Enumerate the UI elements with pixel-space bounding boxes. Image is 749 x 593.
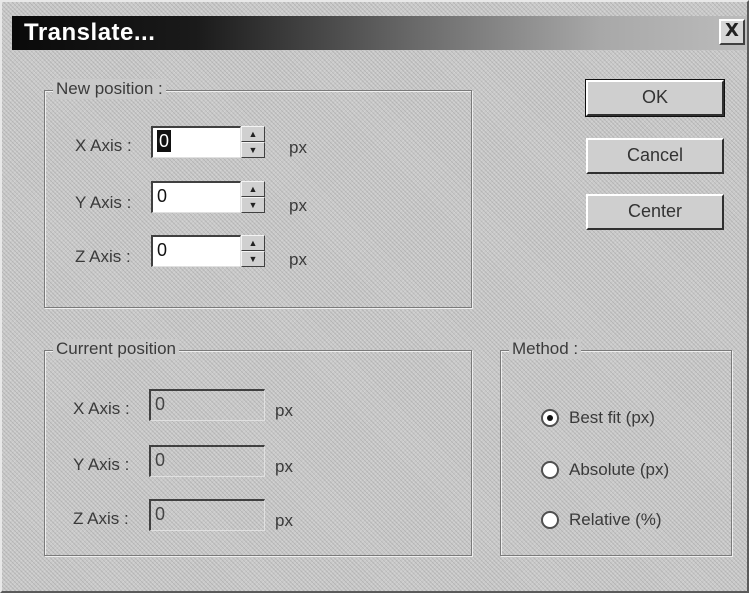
new-z-axis-unit: px xyxy=(289,250,307,269)
radio-checked-icon[interactable] xyxy=(541,409,559,427)
new-x-axis-spinner[interactable]: ▲ ▼ xyxy=(241,126,265,158)
current-x-axis-value: 0 xyxy=(149,389,265,421)
new-y-axis-label: Y Axis : xyxy=(75,193,132,212)
spin-down-arrow-icon[interactable]: ▼ xyxy=(241,142,265,158)
new-y-axis-input[interactable]: 0 xyxy=(151,181,241,213)
spin-up-arrow-icon[interactable]: ▲ xyxy=(241,181,265,197)
title-bar[interactable]: Translate... X xyxy=(12,16,747,50)
current-position-group: Current position X Axis : 0 px Y Axis : … xyxy=(44,339,472,556)
cancel-button[interactable]: Cancel xyxy=(586,138,724,174)
current-z-axis-unit: px xyxy=(275,511,293,530)
new-x-axis-unit: px xyxy=(289,138,307,157)
new-z-axis-input[interactable]: 0 xyxy=(151,235,241,267)
close-icon: X xyxy=(725,20,739,41)
new-y-axis-spinner[interactable]: ▲ ▼ xyxy=(241,181,265,213)
method-option-label: Relative (%) xyxy=(569,510,662,529)
new-z-axis-spinner[interactable]: ▲ ▼ xyxy=(241,235,265,267)
new-x-axis-input[interactable]: 0 xyxy=(151,126,241,158)
close-button[interactable]: X xyxy=(719,19,745,45)
radio-unchecked-icon[interactable] xyxy=(541,511,559,529)
spin-up-arrow-icon[interactable]: ▲ xyxy=(241,235,265,251)
method-group: Method : Best fit (px) Absolute (px) Rel… xyxy=(500,339,732,556)
spin-up-arrow-icon[interactable]: ▲ xyxy=(241,126,265,142)
method-option-label: Absolute (px) xyxy=(569,460,670,479)
current-x-axis-unit: px xyxy=(275,401,293,420)
spin-down-arrow-icon[interactable]: ▼ xyxy=(241,197,265,213)
spin-down-arrow-icon[interactable]: ▼ xyxy=(241,251,265,267)
current-position-label: Current position xyxy=(53,339,180,359)
current-y-axis-unit: px xyxy=(275,457,293,476)
new-z-axis-label: Z Axis : xyxy=(75,247,131,266)
method-option-label: Best fit (px) xyxy=(569,408,655,427)
current-z-axis-label: Z Axis : xyxy=(73,509,129,528)
translate-dialog: Translate... X New position : X Axis : 0… xyxy=(0,0,749,593)
current-x-axis-label: X Axis : xyxy=(73,399,130,418)
current-y-axis-label: Y Axis : xyxy=(73,455,130,474)
window-title: Translate... xyxy=(24,19,156,46)
center-button[interactable]: Center xyxy=(586,194,724,230)
method-label: Method : xyxy=(509,339,582,359)
ok-button[interactable]: OK xyxy=(585,79,725,117)
current-z-axis-value: 0 xyxy=(149,499,265,531)
new-x-axis-label: X Axis : xyxy=(75,136,132,155)
new-y-axis-unit: px xyxy=(289,196,307,215)
new-position-group: New position : X Axis : 0 ▲ ▼ px Y Axis … xyxy=(44,79,472,308)
radio-unchecked-icon[interactable] xyxy=(541,461,559,479)
new-position-label: New position : xyxy=(53,79,166,99)
current-y-axis-value: 0 xyxy=(149,445,265,477)
